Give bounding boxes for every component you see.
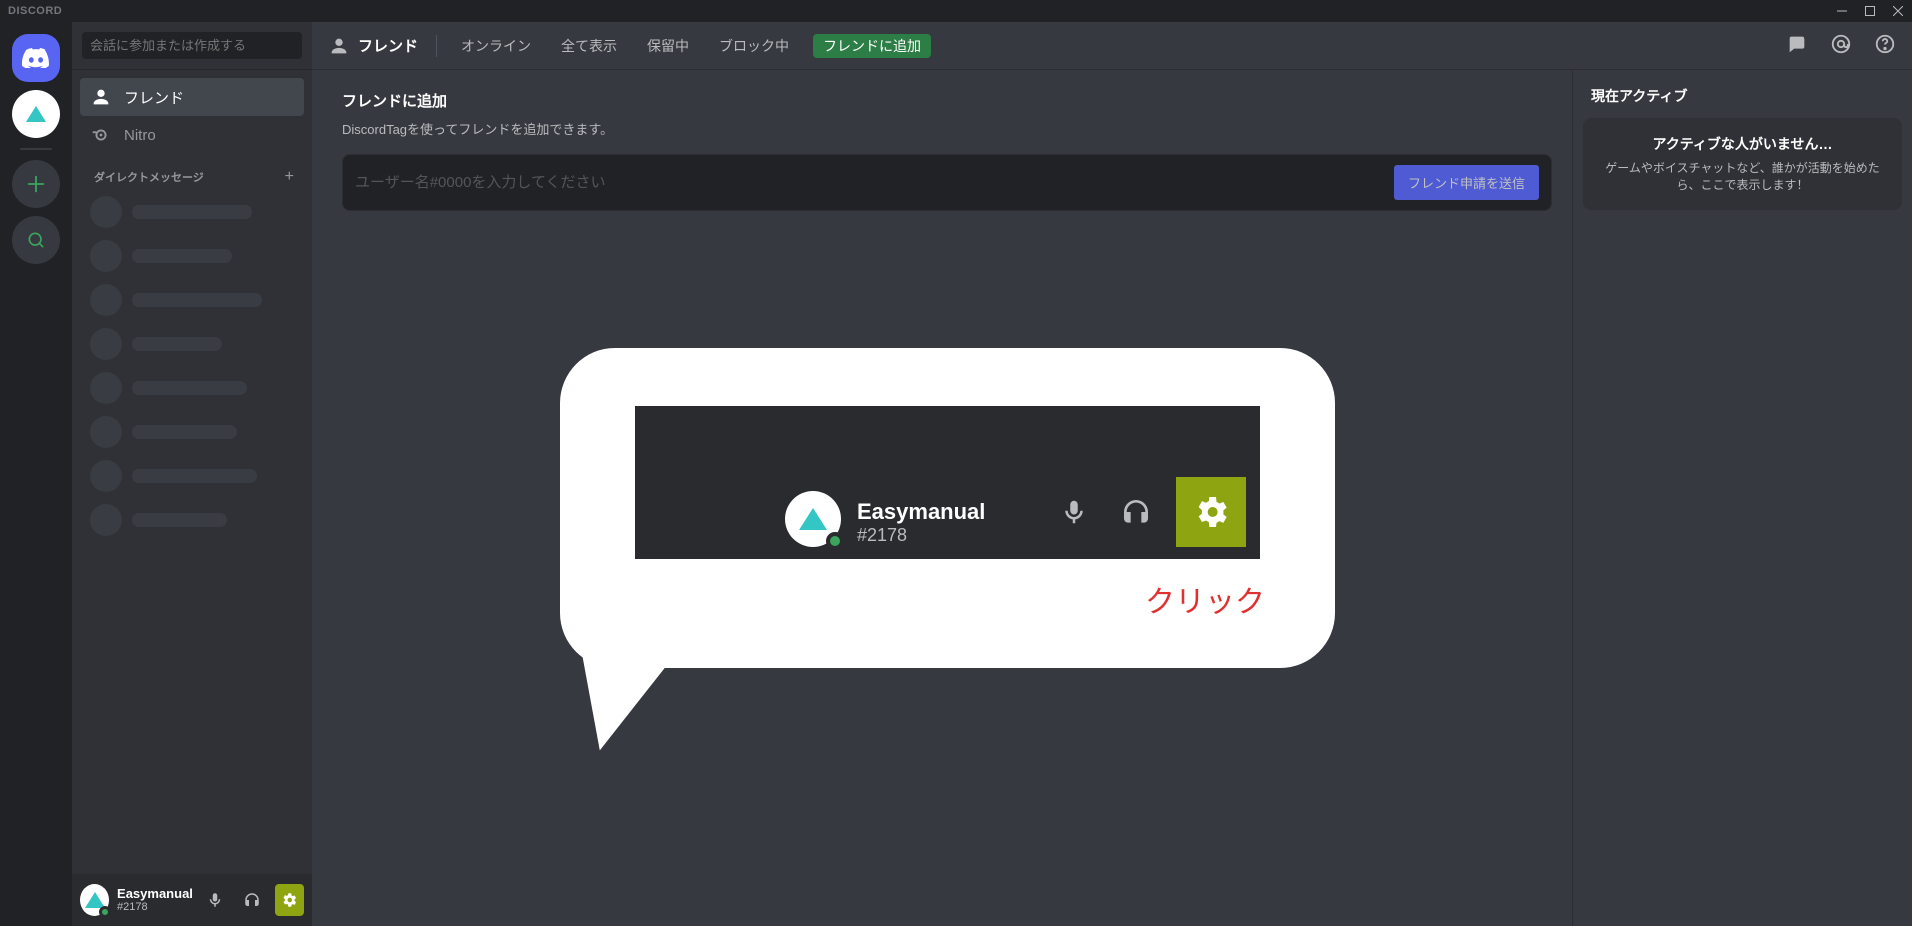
user-panel: Easymanual #2178 xyxy=(72,874,312,926)
sidebar-item-label: フレンド xyxy=(124,87,184,108)
friends-icon xyxy=(328,35,350,57)
top-nav: フレンド オンライン 全て表示 保留中 ブロック中 フレンドに追加 + xyxy=(312,22,1912,70)
user-avatar[interactable] xyxy=(80,884,109,916)
svg-text:+: + xyxy=(1802,33,1807,41)
headphones-icon xyxy=(1120,496,1152,528)
window-minimize[interactable] xyxy=(1836,5,1848,17)
gear-icon xyxy=(280,891,298,909)
status-online-icon xyxy=(99,906,111,918)
tab-blocked[interactable]: ブロック中 xyxy=(713,34,795,58)
dm-placeholder xyxy=(80,190,304,234)
callout-discriminator: #2178 xyxy=(857,525,985,547)
tab-pending[interactable]: 保留中 xyxy=(641,34,695,58)
active-now-panel: 現在アクティブ アクティブな人がいません… ゲームやボイスチャットなど、誰かが活… xyxy=(1572,70,1912,926)
tab-online[interactable]: オンライン xyxy=(455,34,537,58)
nitro-icon xyxy=(90,124,112,146)
status-online-icon xyxy=(826,532,844,550)
sidebar-item-label: Nitro xyxy=(124,127,156,144)
page-title: フレンド xyxy=(358,35,418,56)
new-dm-button[interactable]: + xyxy=(285,168,294,186)
plus-icon xyxy=(25,173,47,195)
add-friend-desc: DiscordTagを使ってフレンドを追加できます。 xyxy=(342,119,1552,138)
dm-placeholder xyxy=(80,322,304,366)
home-button[interactable] xyxy=(12,34,60,82)
user-discriminator: #2178 xyxy=(117,901,193,913)
friend-tag-input[interactable] xyxy=(355,174,1394,191)
dm-placeholder xyxy=(80,366,304,410)
active-now-empty-body: ゲームやボイスチャットなど、誰かが活動を始めたら、ここで表示します！ xyxy=(1599,160,1886,194)
nav-divider xyxy=(436,35,437,57)
inbox-button[interactable] xyxy=(1830,33,1852,58)
channel-sidebar: フレンド Nitro ダイレクトメッセージ + xyxy=(72,22,312,926)
dm-avatar-pill[interactable] xyxy=(12,90,60,138)
triangle-logo-icon xyxy=(26,106,46,122)
explore-button[interactable] xyxy=(12,216,60,264)
guild-separator xyxy=(20,148,52,150)
dm-header-label: ダイレクトメッセージ xyxy=(94,169,204,185)
triangle-logo-icon xyxy=(799,508,827,530)
window-close[interactable] xyxy=(1892,5,1904,17)
microphone-icon xyxy=(1059,497,1089,527)
headphones-icon xyxy=(243,891,261,909)
dm-placeholder xyxy=(80,234,304,278)
callout-click-label: クリック xyxy=(1145,577,1265,621)
active-now-empty-title: アクティブな人がいません… xyxy=(1599,134,1886,154)
app-brand: DISCORD xyxy=(8,5,62,17)
add-server-button[interactable] xyxy=(12,160,60,208)
username: Easymanual xyxy=(117,887,193,901)
dm-placeholder xyxy=(80,410,304,454)
active-now-heading: 現在アクティブ xyxy=(1591,86,1894,106)
annotation-callout: Easymanual #2178 xyxy=(560,348,1335,748)
send-friend-request-button[interactable]: フレンド申請を送信 xyxy=(1394,165,1539,200)
callout-user-panel: Easymanual #2178 xyxy=(635,406,1260,559)
help-icon xyxy=(1874,33,1896,55)
tab-all[interactable]: 全て表示 xyxy=(555,34,623,58)
gear-icon xyxy=(1191,492,1231,532)
deafen-button[interactable] xyxy=(238,884,267,916)
callout-avatar xyxy=(785,491,841,547)
tab-add-friend[interactable]: フレンドに追加 xyxy=(813,34,931,58)
sidebar-item-friends[interactable]: フレンド xyxy=(80,78,304,116)
dm-placeholder xyxy=(80,454,304,498)
microphone-icon xyxy=(206,891,224,909)
dm-placeholder xyxy=(80,498,304,542)
user-name-block[interactable]: Easymanual #2178 xyxy=(117,887,193,913)
mention-icon xyxy=(1830,33,1852,55)
guild-list xyxy=(0,22,72,926)
main-area: フレンド オンライン 全て表示 保留中 ブロック中 フレンドに追加 + xyxy=(312,22,1912,926)
callout-headphones-button xyxy=(1114,490,1158,534)
friends-icon xyxy=(90,86,112,108)
add-friend-heading: フレンドに追加 xyxy=(342,90,1552,111)
chat-plus-icon: + xyxy=(1786,33,1808,55)
callout-username: Easymanual xyxy=(857,499,985,525)
discord-logo-icon xyxy=(22,48,50,68)
user-settings-button[interactable] xyxy=(275,884,304,916)
new-group-dm-button[interactable]: + xyxy=(1786,33,1808,58)
help-button[interactable] xyxy=(1874,33,1896,58)
callout-settings-button xyxy=(1176,477,1246,547)
callout-tail xyxy=(560,626,686,760)
callout-mic-button xyxy=(1052,490,1096,534)
dm-placeholder xyxy=(80,278,304,322)
center-pane: フレンドに追加 DiscordTagを使ってフレンドを追加できます。 フレンド申… xyxy=(312,70,1572,926)
compass-icon xyxy=(26,230,46,250)
window-titlebar: DISCORD xyxy=(0,0,1912,22)
window-maximize[interactable] xyxy=(1864,5,1876,17)
conversation-search-input[interactable] xyxy=(82,32,302,59)
mute-mic-button[interactable] xyxy=(201,884,230,916)
sidebar-item-nitro[interactable]: Nitro xyxy=(80,116,304,154)
